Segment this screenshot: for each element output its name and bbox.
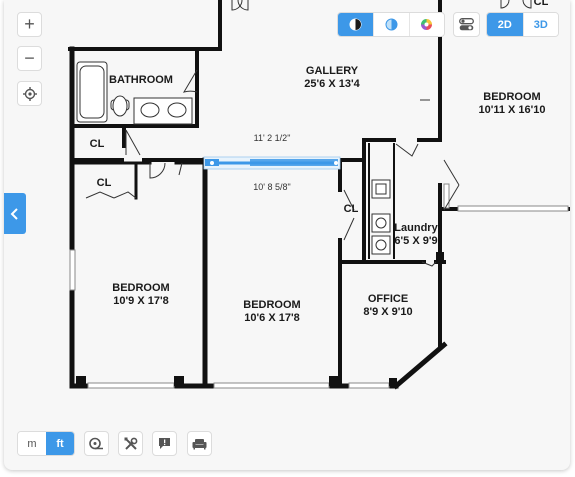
locate-button[interactable] <box>17 81 42 106</box>
measurement-inner: 10' 8 5/8" <box>253 182 290 192</box>
measure-button[interactable] <box>84 431 109 456</box>
sofa-icon <box>192 438 207 449</box>
furniture-button[interactable] <box>187 431 212 456</box>
room-label-bedroom-center: BEDROOM <box>243 299 300 311</box>
view-2d-button[interactable]: 2D <box>487 13 523 36</box>
feedback-icon <box>159 438 170 449</box>
display-style-selector <box>337 12 445 37</box>
zoom-out-button[interactable]: − <box>17 46 42 71</box>
unit-meters-button[interactable]: m <box>18 432 46 455</box>
room-label-cl-right: CL <box>344 203 359 215</box>
room-label-partial: CL <box>534 0 549 8</box>
room-label-bathroom: BATHROOM <box>109 74 173 86</box>
contrast-icon <box>349 18 362 31</box>
plus-icon: + <box>24 14 35 34</box>
chevron-left-icon <box>10 207 18 220</box>
room-dims-gallery: 25'6 X 13'4 <box>304 78 360 90</box>
contrast-style-button[interactable] <box>338 13 374 36</box>
floor-plan[interactable]: GALLERY 25'6 X 13'4 BATHROOM BEDROOM 10'… <box>4 0 570 470</box>
collapse-panel-button[interactable] <box>4 193 26 234</box>
color-style-button[interactable] <box>408 13 444 36</box>
tools-icon <box>124 437 137 450</box>
zoom-in-button[interactable]: + <box>17 12 42 37</box>
tape-measure-icon <box>89 437 103 450</box>
unit-feet-button[interactable]: ft <box>46 432 74 455</box>
toggle-icon <box>459 18 474 31</box>
room-dims-laundry: 6'5 X 9'9 <box>394 235 437 247</box>
room-label-bedroom-left: BEDROOM <box>112 282 169 294</box>
room-dims-bedroom-right: 10'11 X 16'10 <box>478 104 545 116</box>
room-label-cl-top: CL <box>90 138 105 150</box>
view-mode-toggle: 2D 3D <box>486 12 559 37</box>
room-label-laundry: Laundry <box>394 222 438 234</box>
measurement-outer: 11' 2 1/2" <box>254 133 291 143</box>
room-label-bedroom-right: BEDROOM <box>483 91 540 103</box>
half-circle-icon <box>385 18 398 31</box>
room-dims-bedroom-center: 10'6 X 17'8 <box>244 312 299 324</box>
floorplan-viewer: GALLERY 25'6 X 13'4 BATHROOM BEDROOM 10'… <box>4 0 570 470</box>
room-label-gallery: GALLERY <box>306 65 359 77</box>
room-label-office: OFFICE <box>368 293 408 305</box>
tools-button[interactable] <box>118 431 143 456</box>
half-tone-style-button[interactable] <box>373 13 409 36</box>
view-3d-button[interactable]: 3D <box>522 13 558 36</box>
room-label-cl-mid: CL <box>97 177 112 189</box>
room-dims-office: 8'9 X 9'10 <box>363 306 412 318</box>
unit-toggle: m ft <box>17 431 75 456</box>
layers-toggle-button[interactable] <box>453 12 480 37</box>
room-dims-bedroom-left: 10'9 X 17'8 <box>113 295 168 307</box>
crosshair-icon <box>22 86 37 101</box>
color-wheel-icon <box>421 19 433 30</box>
feedback-button[interactable] <box>152 431 177 456</box>
minus-icon: − <box>24 48 35 68</box>
